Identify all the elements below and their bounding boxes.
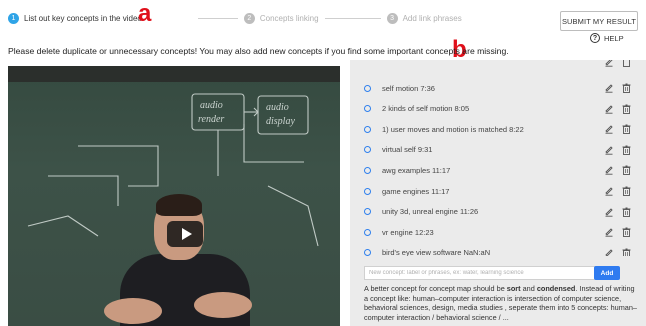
concept-bullet xyxy=(364,249,371,256)
progress-stepper: 1 List out key concepts in the video 2 C… xyxy=(8,8,462,28)
play-icon xyxy=(181,228,192,240)
step-1-number: 1 xyxy=(8,12,19,24)
board-text: audio xyxy=(200,100,223,111)
concept-hint: A better concept for concept map should … xyxy=(364,284,640,322)
board-line xyxy=(243,124,304,163)
step-2-number: 2 xyxy=(243,12,255,24)
board-line xyxy=(267,185,319,247)
submit-result-button[interactable]: SUBMIT MY RESULT xyxy=(560,11,638,31)
trash-icon[interactable] xyxy=(622,207,631,217)
concept-row: game engines 11:17 xyxy=(350,181,646,201)
step-3-number: 3 xyxy=(386,12,398,24)
concept-label: 2 kinds of self motion 8:05 xyxy=(382,104,470,114)
step-2: 2 Concepts linking xyxy=(243,12,319,24)
trash-icon[interactable] xyxy=(622,227,631,238)
concept-label: vr engine 12:23 xyxy=(382,227,434,237)
trash-icon[interactable] xyxy=(622,83,631,93)
pencil-icon[interactable] xyxy=(604,124,614,134)
board-text: display xyxy=(266,116,295,127)
concept-row: 2 kinds of self motion 8:05 xyxy=(350,99,646,119)
concept-bullet xyxy=(364,208,371,216)
concept-label: self motion 7:36 xyxy=(382,83,435,93)
step-connector xyxy=(324,17,381,19)
help-link[interactable]: ? HELP xyxy=(590,33,624,43)
board-line xyxy=(27,215,99,237)
concept-list[interactable]: self motion 7:36 2 kinds of self motion 8… xyxy=(350,60,646,256)
concept-bullet xyxy=(364,146,371,154)
concept-row: 1) user moves and motion is matched 8:22 xyxy=(350,119,646,139)
concept-label: game engines 11:17 xyxy=(382,186,450,196)
concept-bullet xyxy=(364,105,371,113)
speaker-hand-left xyxy=(104,298,162,324)
concept-bullet xyxy=(364,125,371,133)
concept-row: awg examples 11:17 xyxy=(350,160,646,180)
hint-emphasis: condensed xyxy=(536,284,576,293)
pencil-icon[interactable] xyxy=(604,104,614,114)
help-label: HELP xyxy=(604,33,624,43)
annotation-a: a xyxy=(138,0,152,27)
concept-panel: self motion 7:36 2 kinds of self motion 8… xyxy=(350,60,646,326)
concept-bullet xyxy=(364,166,371,174)
concept-label: 1) user moves and motion is matched 8:22 xyxy=(382,124,524,134)
trash-icon[interactable] xyxy=(622,104,631,114)
pencil-icon[interactable] xyxy=(604,60,614,67)
concept-row-partial xyxy=(350,60,646,72)
pencil-icon[interactable] xyxy=(604,165,614,176)
add-concept-button[interactable]: Add xyxy=(594,266,620,280)
hint-emphasis: sort xyxy=(506,284,521,293)
trash-icon[interactable] xyxy=(622,248,631,256)
step-1-label: List out key concepts in the video xyxy=(24,13,142,23)
pencil-icon[interactable] xyxy=(604,207,614,217)
concept-bullet xyxy=(364,228,371,236)
board-text: render xyxy=(198,114,224,125)
concept-label: bird's eye view software NaN:aN xyxy=(382,248,491,256)
pencil-icon[interactable] xyxy=(604,83,614,93)
pencil-icon[interactable] xyxy=(604,186,614,196)
speaker-hand-right xyxy=(194,292,252,318)
trash-icon[interactable] xyxy=(622,145,631,155)
concept-row: vr engine 12:23 xyxy=(350,222,646,242)
trash-icon[interactable] xyxy=(622,60,631,67)
trash-icon[interactable] xyxy=(622,124,631,135)
video-player[interactable]: audio render audio display xyxy=(8,66,340,326)
step-connector xyxy=(197,17,238,19)
pencil-icon[interactable] xyxy=(604,145,614,155)
board-text: audio xyxy=(266,102,289,113)
new-concept-input[interactable] xyxy=(364,266,598,280)
concept-row: bird's eye view software NaN:aN xyxy=(350,243,646,256)
step-1: 1 List out key concepts in the video xyxy=(8,12,142,24)
question-circle-icon: ? xyxy=(590,33,600,43)
concept-row: unity 3d, unreal engine 11:26 xyxy=(350,202,646,222)
step-3-label: Add link phrases xyxy=(402,13,462,23)
concept-row: self motion 7:36 xyxy=(350,78,646,98)
concept-row: virtual self 9:31 xyxy=(350,140,646,160)
trash-icon[interactable] xyxy=(622,186,631,196)
board-line xyxy=(48,175,119,206)
concept-bullet xyxy=(364,187,371,195)
concept-bullet xyxy=(364,84,371,92)
pencil-icon[interactable] xyxy=(604,227,614,237)
hint-text: A better concept for concept map should … xyxy=(364,284,507,293)
concept-label: unity 3d, unreal engine 11:26 xyxy=(382,207,479,217)
step-2-label: Concepts linking xyxy=(259,13,319,23)
step-3: 3 Add link phrases xyxy=(386,12,462,24)
instruction-text: Please delete duplicate or unnecessary c… xyxy=(8,46,509,56)
concept-label: awg examples 11:17 xyxy=(382,165,451,175)
trash-icon[interactable] xyxy=(622,165,631,176)
play-button[interactable] xyxy=(167,221,203,247)
hint-text: and xyxy=(520,284,537,293)
speaker-hair xyxy=(156,194,202,216)
concept-label: virtual self 9:31 xyxy=(382,145,433,155)
pencil-icon[interactable] xyxy=(604,248,614,256)
